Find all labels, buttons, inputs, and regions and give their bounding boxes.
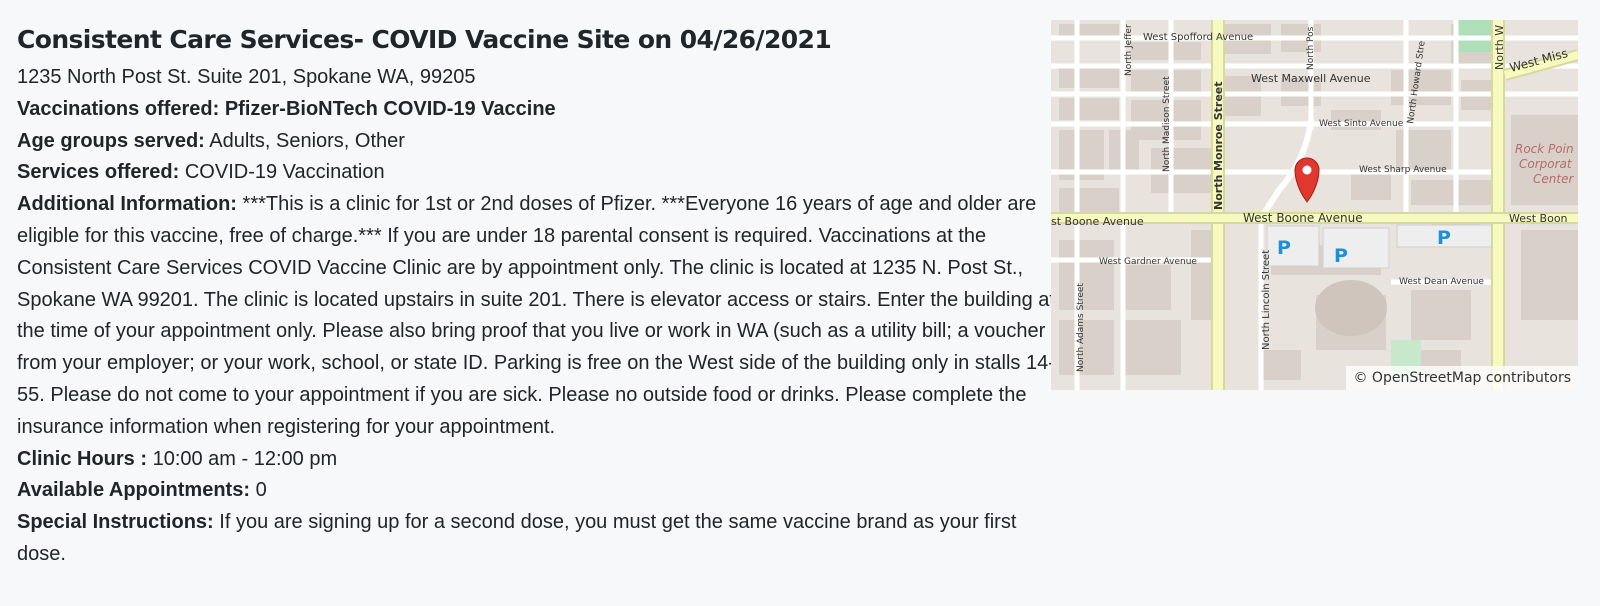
age-groups-value: Adults, Seniors, Other bbox=[209, 129, 405, 152]
street-label: North Jeffer bbox=[1124, 24, 1134, 76]
parking-symbol: P bbox=[1437, 227, 1451, 249]
street-label: West Gardner Avenue bbox=[1099, 257, 1197, 267]
site-info-panel: Consistent Care Services- COVID Vaccine … bbox=[17, 20, 1057, 571]
special-instructions-label: Special Instructions: bbox=[17, 511, 214, 534]
available-appointments-row: Available Appointments: 0 bbox=[17, 475, 1057, 507]
poi-label-line: Rock Poin bbox=[1515, 142, 1574, 156]
street-label: West Dean Avenue bbox=[1399, 277, 1484, 287]
clinic-hours-label: Clinic Hours : bbox=[17, 447, 148, 470]
site-address: 1235 North Post St. Suite 201, Spokane W… bbox=[17, 66, 476, 88]
available-appointments-value: 0 bbox=[255, 479, 267, 502]
street-label: North Madison Street bbox=[1162, 76, 1172, 172]
map-attribution[interactable]: © OpenStreetMap contributors bbox=[1346, 366, 1578, 390]
street-label: North Lincoln Street bbox=[1261, 250, 1272, 350]
parking-symbol: P bbox=[1277, 237, 1291, 259]
special-instructions-row: Special Instructions: If you are signing… bbox=[17, 507, 1057, 571]
street-label: West Maxwell Avenue bbox=[1251, 72, 1371, 85]
available-appointments-label: Available Appointments: bbox=[17, 479, 250, 502]
vaccinations-offered-value: Pfizer-BioNTech COVID-19 Vaccine bbox=[224, 97, 556, 120]
street-label: st Boone Avenue bbox=[1051, 215, 1144, 228]
vaccinations-offered-row: Vaccinations offered: Pfizer-BioNTech CO… bbox=[17, 94, 1057, 126]
clinic-hours-value: 10:00 am - 12:00 pm bbox=[152, 447, 338, 470]
arena-building bbox=[1315, 280, 1387, 336]
services-offered-label: Services offered: bbox=[17, 161, 180, 184]
vaccinations-offered-label: Vaccinations offered: bbox=[17, 97, 220, 120]
clinic-hours-row: Clinic Hours : 10:00 am - 12:00 pm bbox=[17, 444, 1057, 476]
street-label: North W bbox=[1493, 25, 1506, 70]
street-label: West Sharp Avenue bbox=[1359, 165, 1447, 175]
street-label: West Sinto Avenue bbox=[1319, 119, 1404, 129]
street-label: North Monroe Street bbox=[1212, 82, 1225, 211]
services-offered-value: COVID-19 Vaccination bbox=[184, 161, 385, 184]
site-title: Consistent Care Services- COVID Vaccine … bbox=[17, 25, 832, 54]
age-groups-label: Age groups served: bbox=[17, 129, 205, 152]
additional-information-value: ***This is a clinic for 1st or 2nd doses… bbox=[17, 193, 1055, 438]
street-label: North Adams Street bbox=[1076, 283, 1086, 372]
additional-information-row: Additional Information: ***This is a cli… bbox=[17, 189, 1057, 443]
street-label: West Spofford Avenue bbox=[1143, 32, 1253, 43]
parking-symbol: P bbox=[1334, 245, 1348, 267]
poi-label-line: Corporat bbox=[1519, 157, 1573, 171]
street-label: North Pos bbox=[1306, 26, 1316, 70]
location-map[interactable]: P P P West Spofford Avenue West Maxwell … bbox=[1051, 20, 1578, 390]
street-label: West Boone Avenue bbox=[1243, 211, 1363, 225]
services-offered-row: Services offered: COVID-19 Vaccination bbox=[17, 157, 1057, 189]
map-canvas[interactable]: P P P West Spofford Avenue West Maxwell … bbox=[1051, 20, 1578, 390]
poi-label-line: Center bbox=[1533, 172, 1574, 186]
additional-information-label: Additional Information: bbox=[17, 193, 237, 216]
street-label: West Boon bbox=[1509, 212, 1568, 225]
age-groups-row: Age groups served: Adults, Seniors, Othe… bbox=[17, 126, 1057, 158]
